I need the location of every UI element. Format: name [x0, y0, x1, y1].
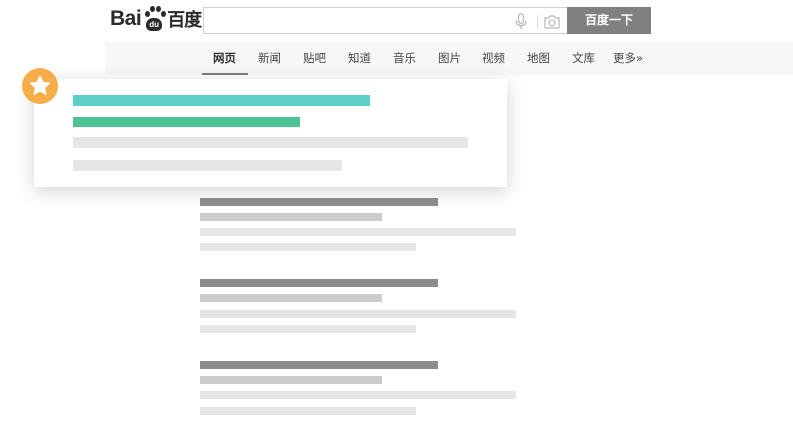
tab-web[interactable]: 网页 — [213, 42, 236, 75]
tab-video[interactable]: 视频 — [482, 42, 505, 75]
result-snippet-line — [200, 243, 416, 251]
tab-map[interactable]: 地图 — [527, 42, 550, 75]
result-snippet-line — [200, 325, 416, 333]
result-snippet-line — [73, 160, 342, 171]
tab-tieba[interactable]: 贴吧 — [303, 42, 326, 75]
result-snippet-line — [200, 407, 416, 415]
microphone-icon[interactable] — [515, 13, 527, 30]
paw-icon: du — [142, 6, 167, 32]
result-title-placeholder — [200, 198, 438, 206]
result-snippet-line — [200, 391, 516, 399]
tab-more[interactable]: 更多» — [613, 42, 643, 75]
tab-images[interactable]: 图片 — [438, 42, 461, 75]
tab-music[interactable]: 音乐 — [393, 42, 416, 75]
baidu-logo[interactable]: Bai du 百度 — [110, 4, 202, 34]
result-url-placeholder — [73, 117, 300, 127]
search-box — [203, 7, 567, 34]
result-title-placeholder — [200, 279, 438, 287]
logo-text-cn: 百度 — [167, 10, 202, 31]
search-input[interactable] — [208, 11, 502, 33]
highlighted-result-card[interactable] — [34, 79, 507, 187]
star-icon — [29, 75, 51, 95]
tab-wenku[interactable]: 文库 — [572, 42, 595, 75]
search-tabs-bar: 网页 新闻 贴吧 知道 音乐 图片 视频 地图 文库 更多» — [105, 42, 793, 75]
logo-text-du: du — [146, 18, 163, 31]
icon-divider — [537, 15, 538, 29]
result-snippet-line — [73, 137, 468, 148]
tab-news[interactable]: 新闻 — [258, 42, 281, 75]
result-title-placeholder — [73, 95, 370, 106]
star-badge — [22, 68, 58, 104]
active-tab-indicator — [202, 73, 248, 75]
result-url-placeholder — [200, 213, 382, 221]
result-snippet-line — [200, 228, 516, 236]
result-url-placeholder — [200, 294, 382, 302]
result-title-placeholder — [200, 361, 438, 369]
page: Bai du 百度 百度一下 网页 新闻 贴吧 知道 音乐 图片 视频 地图 文… — [0, 0, 793, 448]
camera-icon[interactable] — [544, 14, 560, 29]
result-snippet-line — [200, 310, 516, 318]
tab-zhidao[interactable]: 知道 — [348, 42, 371, 75]
result-url-placeholder — [200, 376, 382, 384]
logo-text-bai: Bai — [110, 7, 142, 30]
search-button[interactable]: 百度一下 — [567, 7, 651, 34]
